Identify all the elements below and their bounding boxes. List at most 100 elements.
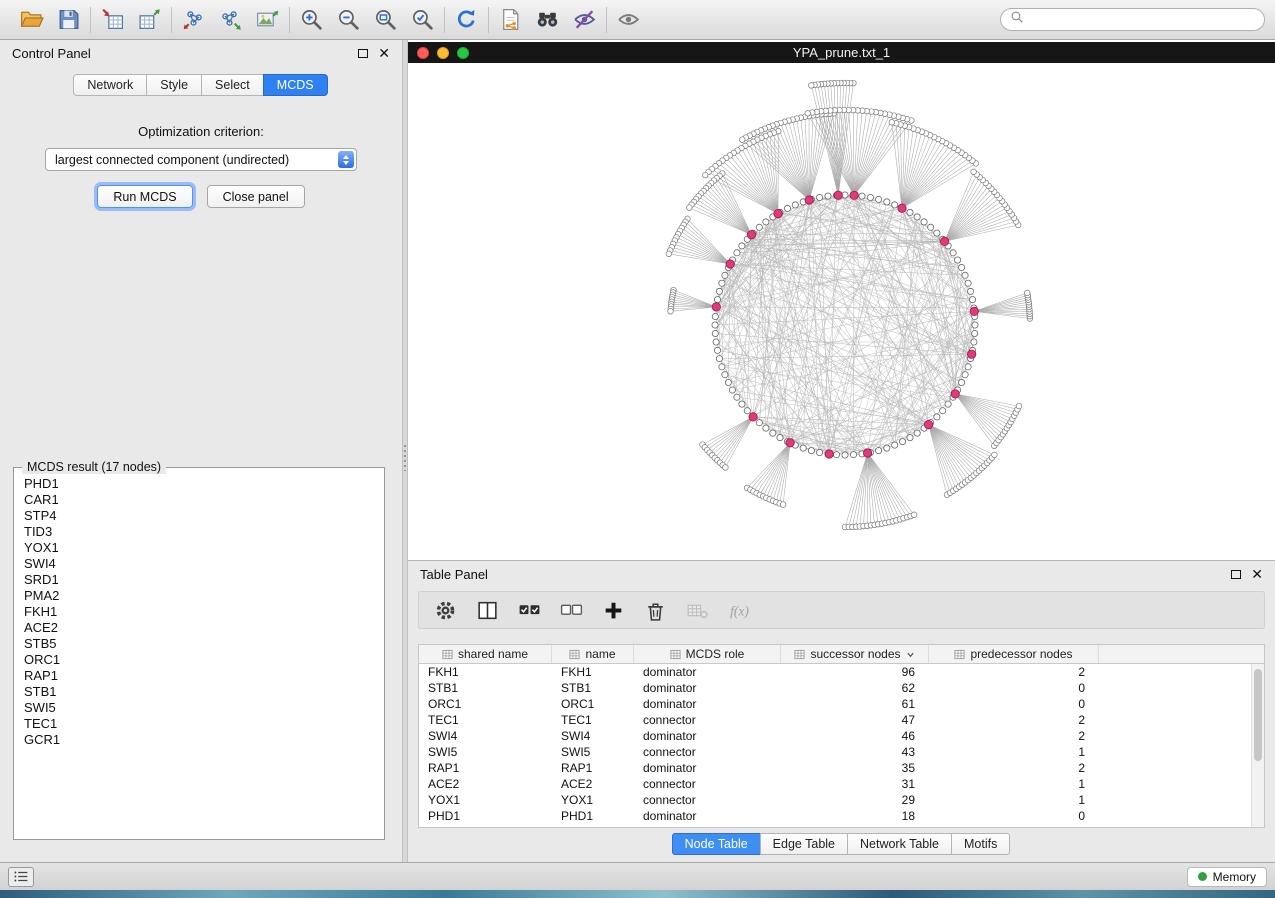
cell-MCDS-role[interactable]: connector [634, 713, 781, 727]
memory-button[interactable]: Memory [1187, 867, 1267, 887]
cell-shared-name[interactable]: FKH1 [419, 665, 552, 679]
cell-successor-nodes[interactable]: 43 [781, 745, 929, 759]
table-row[interactable]: ORC1ORC1dominator610 [419, 696, 1251, 712]
cell-predecessor-nodes[interactable]: 0 [929, 809, 1099, 823]
cell-MCDS-role[interactable]: connector [634, 777, 781, 791]
mcds-result-item[interactable]: GCR1 [24, 732, 374, 748]
cell-successor-nodes[interactable]: 18 [781, 809, 929, 823]
cell-successor-nodes[interactable]: 47 [781, 713, 929, 727]
tab-motifs[interactable]: Motifs [951, 833, 1010, 855]
cell-shared-name[interactable]: RAP1 [419, 761, 552, 775]
cell-successor-nodes[interactable]: 46 [781, 729, 929, 743]
table-row[interactable]: FKH1FKH1dominator962 [419, 664, 1251, 680]
open-file-icon[interactable] [17, 5, 46, 35]
mcds-result-item[interactable]: TID3 [24, 524, 374, 540]
float-table-panel-icon[interactable] [1231, 570, 1241, 579]
cell-MCDS-role[interactable]: dominator [634, 697, 781, 711]
add-column-icon[interactable] [601, 598, 626, 623]
deselect-all-icon[interactable] [559, 598, 584, 623]
cell-MCDS-role[interactable]: dominator [634, 681, 781, 695]
mcds-result-item[interactable]: CAR1 [24, 492, 374, 508]
cell-shared-name[interactable]: ACE2 [419, 777, 552, 791]
criterion-dropdown[interactable]: largest connected component (undirected) [45, 148, 357, 171]
table-row[interactable]: YOX1YOX1connector291 [419, 792, 1251, 808]
cell-successor-nodes[interactable]: 35 [781, 761, 929, 775]
mcds-result-item[interactable]: SWI5 [24, 700, 374, 716]
table-row[interactable]: ACE2ACE2connector311 [419, 776, 1251, 792]
import-network-icon[interactable] [179, 5, 208, 35]
window-zoom-button[interactable] [457, 47, 469, 59]
cell-name[interactable]: TEC1 [552, 713, 634, 727]
export-image-icon[interactable] [253, 5, 282, 35]
column-header-name[interactable]: name [552, 645, 634, 663]
search-network-icon[interactable] [533, 5, 562, 35]
table-row[interactable]: PHD1PHD1dominator180 [419, 808, 1251, 824]
cell-shared-name[interactable]: SWI4 [419, 729, 552, 743]
split-columns-icon[interactable] [475, 598, 500, 623]
table-row[interactable]: SWI5SWI5connector431 [419, 744, 1251, 760]
close-panel-icon[interactable]: ✕ [378, 46, 390, 60]
export-document-icon[interactable] [496, 5, 525, 35]
status-list-button[interactable] [8, 867, 34, 887]
cell-name[interactable]: YOX1 [552, 793, 634, 807]
cell-predecessor-nodes[interactable]: 0 [929, 697, 1099, 711]
tab-select[interactable]: Select [201, 74, 264, 96]
refresh-view-icon[interactable] [452, 5, 481, 35]
float-panel-icon[interactable] [358, 49, 368, 58]
cell-predecessor-nodes[interactable]: 2 [929, 665, 1099, 679]
table-settings-icon[interactable] [433, 598, 458, 623]
close-panel-button[interactable]: Close panel [207, 185, 305, 208]
mcds-result-item[interactable]: STB5 [24, 636, 374, 652]
cell-name[interactable]: SWI5 [552, 745, 634, 759]
cell-name[interactable]: SWI4 [552, 729, 634, 743]
column-header-successor-nodes[interactable]: successor nodes [781, 645, 929, 663]
eye-icon[interactable] [614, 5, 643, 35]
tab-node-table[interactable]: Node Table [672, 833, 761, 855]
cell-MCDS-role[interactable]: dominator [634, 729, 781, 743]
mcds-result-item[interactable]: SWI4 [24, 556, 374, 572]
select-all-icon[interactable] [517, 598, 542, 623]
cell-shared-name[interactable]: YOX1 [419, 793, 552, 807]
cell-MCDS-role[interactable]: dominator [634, 665, 781, 679]
mcds-result-item[interactable]: ACE2 [24, 620, 374, 636]
mcds-result-item[interactable]: STB1 [24, 684, 374, 700]
zoom-in-icon[interactable] [297, 5, 326, 35]
zoom-out-icon[interactable] [334, 5, 363, 35]
cell-predecessor-nodes[interactable]: 2 [929, 761, 1099, 775]
cell-name[interactable]: PHD1 [552, 809, 634, 823]
cell-name[interactable]: ORC1 [552, 697, 634, 711]
cell-MCDS-role[interactable]: connector [634, 793, 781, 807]
function-builder-icon[interactable]: f(x) [727, 598, 752, 623]
cell-successor-nodes[interactable]: 61 [781, 697, 929, 711]
mcds-result-item[interactable]: FKH1 [24, 604, 374, 620]
mcds-result-item[interactable]: PHD1 [24, 476, 374, 492]
mcds-result-item[interactable]: SRD1 [24, 572, 374, 588]
window-close-button[interactable] [417, 47, 429, 59]
cell-predecessor-nodes[interactable]: 1 [929, 745, 1099, 759]
column-header-predecessor-nodes[interactable]: predecessor nodes [929, 645, 1099, 663]
cell-predecessor-nodes[interactable]: 1 [929, 777, 1099, 791]
cell-shared-name[interactable]: TEC1 [419, 713, 552, 727]
tab-style[interactable]: Style [146, 74, 202, 96]
zoom-selected-icon[interactable] [408, 5, 437, 35]
tab-network[interactable]: Network [73, 74, 147, 96]
close-table-panel-icon[interactable]: ✕ [1251, 567, 1263, 581]
cell-MCDS-role[interactable]: connector [634, 745, 781, 759]
mcds-result-item[interactable]: TEC1 [24, 716, 374, 732]
table-scrollbar[interactable] [1251, 664, 1264, 827]
show-hide-icon[interactable] [570, 5, 599, 35]
tab-network-table[interactable]: Network Table [847, 833, 952, 855]
network-graph[interactable] [408, 63, 1275, 560]
cell-predecessor-nodes[interactable]: 2 [929, 713, 1099, 727]
tab-mcds[interactable]: MCDS [263, 74, 328, 96]
cell-successor-nodes[interactable]: 96 [781, 665, 929, 679]
cell-predecessor-nodes[interactable]: 1 [929, 793, 1099, 807]
mcds-result-item[interactable]: YOX1 [24, 540, 374, 556]
export-network-icon[interactable] [216, 5, 245, 35]
zoom-fit-icon[interactable] [371, 5, 400, 35]
cell-name[interactable]: FKH1 [552, 665, 634, 679]
cell-name[interactable]: STB1 [552, 681, 634, 695]
mcds-result-item[interactable]: ORC1 [24, 652, 374, 668]
table-row[interactable]: SWI4SWI4dominator462 [419, 728, 1251, 744]
cell-predecessor-nodes[interactable]: 2 [929, 729, 1099, 743]
